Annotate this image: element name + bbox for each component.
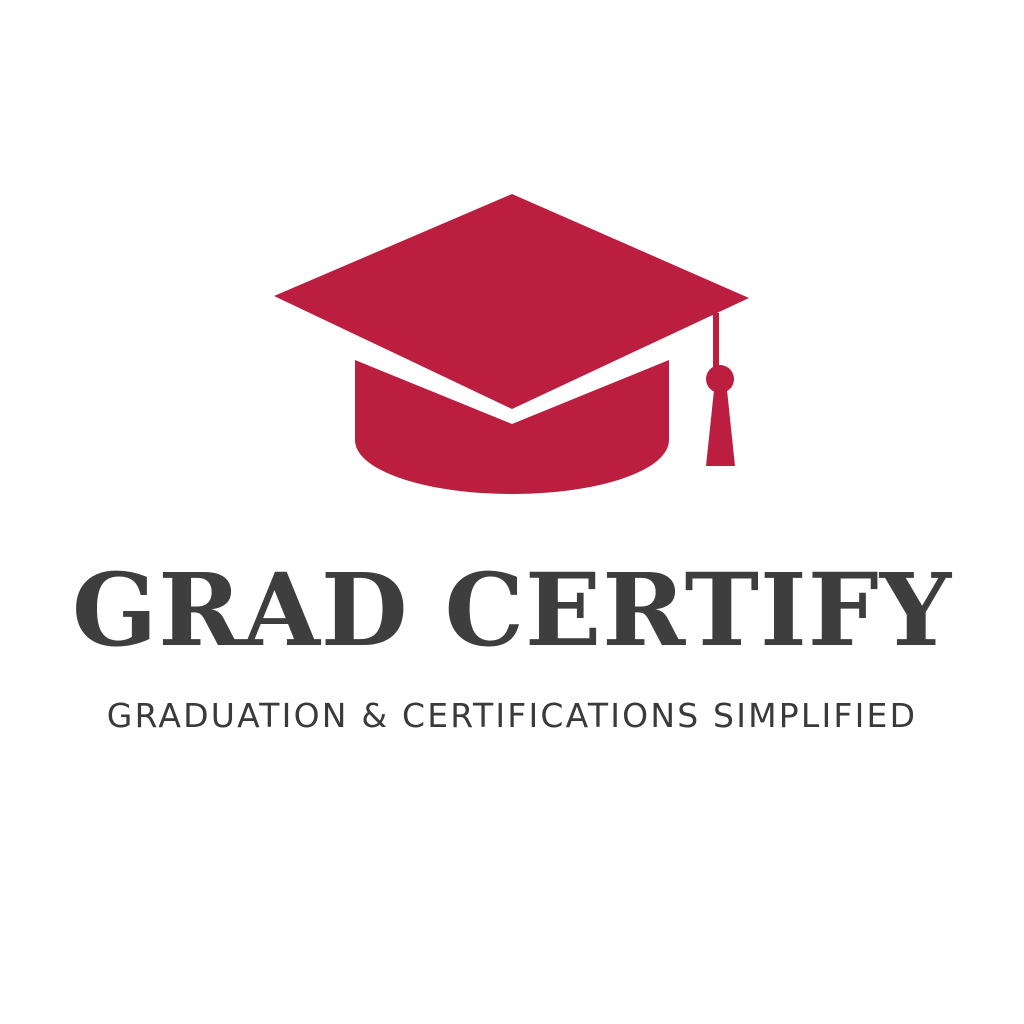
logo-canvas: GRAD CERTIFY GRADUATION & CERTIFICATIONS… <box>0 0 1024 1024</box>
tassel-fringe <box>706 390 735 466</box>
tassel-knot <box>706 365 734 393</box>
cap-board-shape <box>274 194 749 409</box>
graduation-cap-icon <box>274 194 749 494</box>
brand-name: GRAD CERTIFY <box>71 551 953 669</box>
tassel-cord <box>713 313 719 373</box>
brand-tagline: GRADUATION & CERTIFICATIONS SIMPLIFIED <box>106 696 918 735</box>
